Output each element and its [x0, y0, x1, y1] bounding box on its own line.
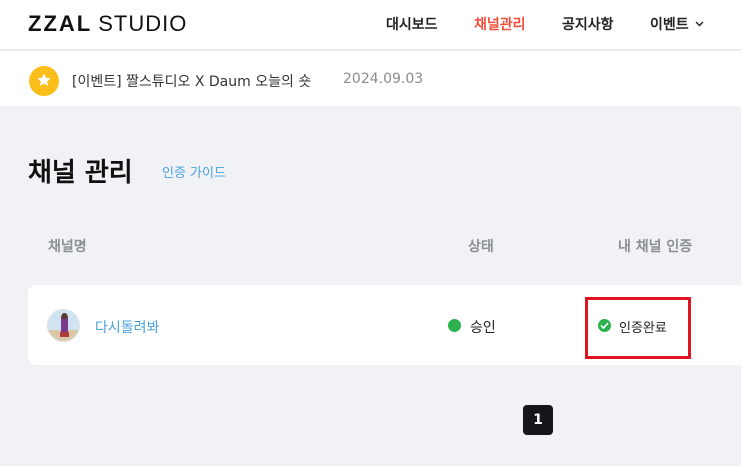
nav-channel-management[interactable]: 채널관리	[474, 14, 526, 34]
channel-name-link[interactable]: 다시돌려봐	[95, 317, 159, 337]
nav-events-label: 이벤트	[650, 17, 689, 33]
notice-title[interactable]: [이벤트] 짤스튜디오 X Daum 오늘의 숏	[72, 71, 311, 91]
column-header-status: 상태	[468, 239, 494, 255]
logo-wordmark: STUDIO	[98, 11, 188, 36]
highlight-box	[585, 297, 691, 359]
avatar	[47, 309, 80, 342]
nav-events[interactable]: 이벤트	[650, 14, 704, 34]
status-approved-icon	[448, 319, 461, 332]
status-text: 승인	[470, 320, 496, 336]
page-title: 채널 관리	[28, 158, 133, 188]
page-button-1[interactable]: 1	[523, 405, 553, 435]
certification-guide-link[interactable]: 인증 가이드	[162, 162, 226, 181]
column-header-channel: 채널명	[48, 239, 87, 255]
nav-dashboard[interactable]: 대시보드	[386, 14, 438, 34]
logo-mark: ZZAL	[28, 11, 93, 36]
logo[interactable]: ZZAL STUDIO	[28, 11, 187, 37]
nav-notices[interactable]: 공지사항	[562, 14, 614, 34]
star-icon	[29, 66, 59, 96]
column-header-certification: 내 채널 인증	[618, 239, 693, 255]
notice-date: 2024.09.03	[343, 71, 424, 87]
chevron-down-icon	[695, 15, 704, 31]
